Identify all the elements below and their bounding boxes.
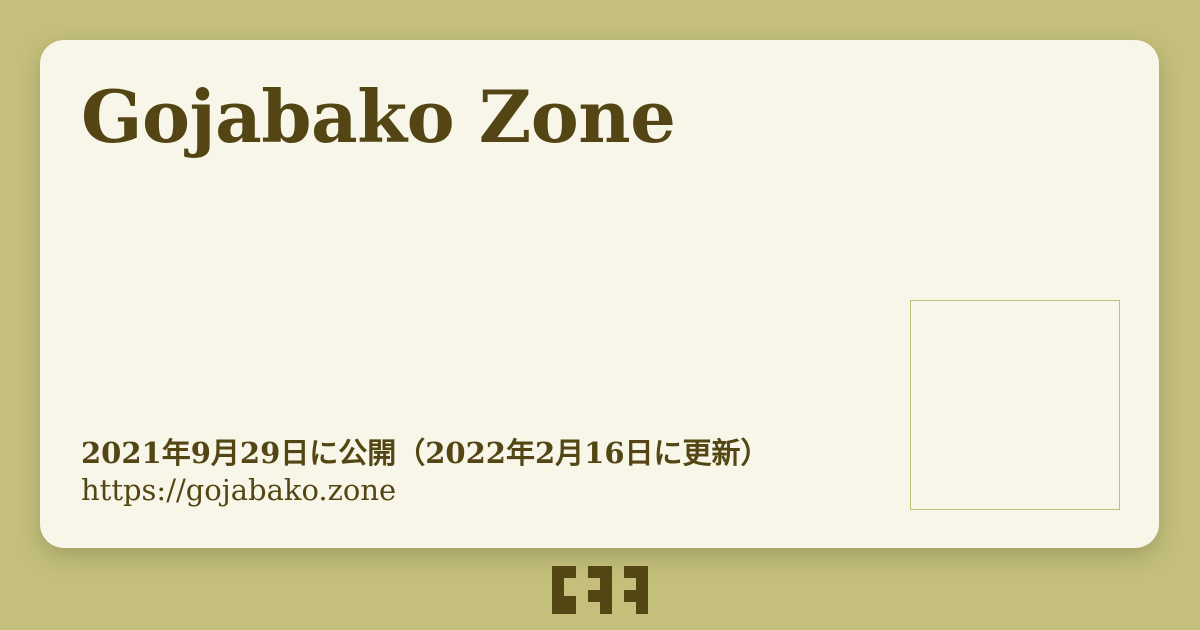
site-url: https://gojabako.zone — [81, 473, 397, 507]
publish-update-dates: 2021年9月29日に公開（2022年2月16日に更新） — [81, 436, 770, 470]
site-title: Gojabako Zone — [81, 74, 676, 159]
meta-block: 2021年9月29日に公開（2022年2月16日に更新） https://goj… — [81, 435, 770, 509]
logo-mark-icon — [552, 566, 648, 614]
og-card: Gojabako Zone 2021年9月29日に公開（2022年2月16日に更… — [40, 40, 1159, 548]
image-placeholder — [910, 300, 1120, 510]
logo-svg — [552, 566, 648, 614]
